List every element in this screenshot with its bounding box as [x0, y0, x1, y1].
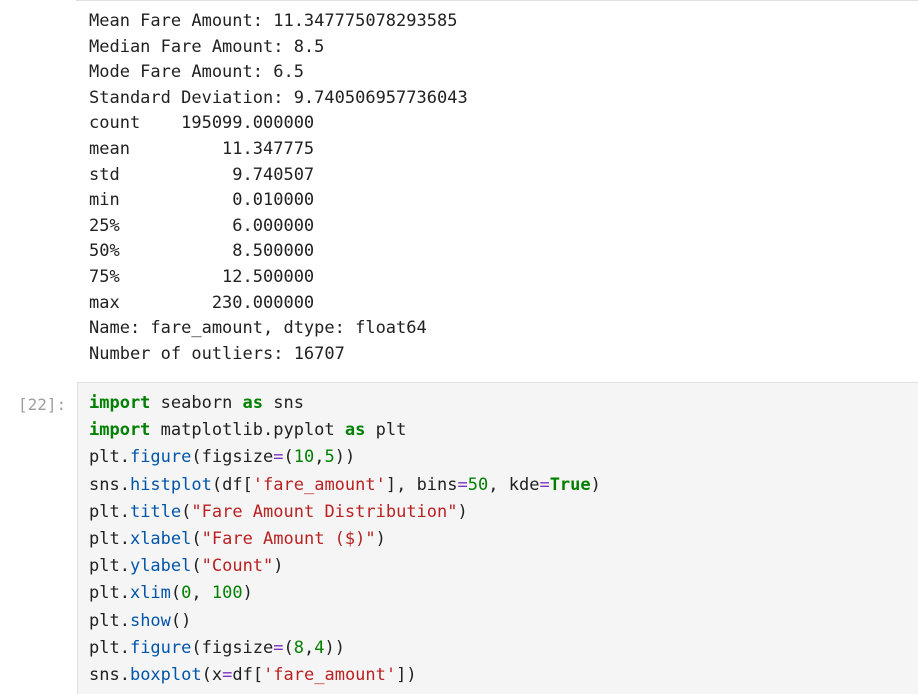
code-token: sns.: [89, 474, 130, 495]
code-token: figure: [129, 447, 192, 468]
code-token: sns.: [89, 664, 130, 685]
code-line: import seaborn as sns: [89, 390, 601, 417]
code-token: 10: [293, 447, 315, 468]
code-token: df[: [232, 664, 264, 685]
cell-divider: [76, 0, 918, 1]
output-line: min 0.010000: [89, 190, 315, 211]
output-line: Name: fare_amount, dtype: float64: [89, 318, 427, 339]
code-token: plt.: [89, 637, 130, 658]
code-token: =: [273, 637, 284, 658]
code-token: figure: [129, 637, 192, 658]
code-token: (: [283, 447, 294, 468]
code-token: (: [283, 637, 294, 658]
code-token: 8: [293, 637, 305, 658]
output-line: max 230.000000: [89, 292, 315, 313]
code-token: boxplot: [129, 664, 202, 685]
code-line: plt.xlabel("Fare Amount ($)"): [89, 526, 601, 553]
code-line: plt.figure(figsize=(8,4)): [89, 635, 601, 662]
output-line: 75% 12.500000: [89, 266, 315, 287]
code-line: plt.ylabel("Count"): [89, 553, 601, 580]
code-token: 5: [324, 447, 335, 468]
code-token: )): [324, 637, 345, 658]
output-line: std 9.740507: [89, 164, 315, 185]
code-token: (: [181, 501, 192, 522]
code-token: (x: [201, 664, 223, 685]
code-token: 4: [314, 637, 325, 658]
code-token: (figsize: [191, 447, 274, 468]
code-token: (): [170, 610, 192, 631]
code-token: )): [334, 447, 356, 468]
code-line: plt.title("Fare Amount Distribution"): [89, 499, 601, 526]
code-token: plt.: [89, 556, 130, 577]
code-token: xlim: [129, 583, 171, 604]
code-token: ): [375, 528, 386, 549]
code-token: 'fare_amount': [263, 664, 397, 685]
code-token: seaborn: [150, 393, 243, 413]
code-token: ): [457, 501, 468, 522]
code-line: plt.figure(figsize=(10,5)): [89, 444, 601, 471]
code-line: plt.show(): [89, 608, 601, 635]
code-token: (: [191, 556, 202, 577]
code-token: "Fare Amount Distribution": [191, 501, 458, 522]
code-token: title: [129, 501, 182, 522]
code-token: matplotlib.pyplot: [150, 420, 345, 441]
code-token: ]): [396, 664, 417, 685]
code-token: "Fare Amount ($)": [201, 528, 376, 549]
code-token: 50: [467, 474, 489, 495]
code-token: ,: [191, 583, 212, 604]
code-token: (df[: [211, 474, 253, 495]
code-token: show: [129, 610, 171, 631]
code-token: (figsize: [191, 637, 274, 658]
code-token: "Count": [201, 556, 274, 577]
code-token: ylabel: [129, 556, 192, 577]
code-token: plt.: [89, 610, 130, 631]
output-line: Number of outliers: 16707: [89, 343, 345, 364]
code-token: histplot: [129, 474, 212, 495]
output-line: Mean Fare Amount: 11.347775078293585: [89, 11, 458, 31]
code-token: True: [549, 474, 591, 495]
code-token: plt.: [89, 583, 130, 604]
code-token: as: [344, 420, 366, 441]
code-token: plt.: [89, 501, 130, 522]
code-token: ): [590, 474, 601, 495]
cell-output: Mean Fare Amount: 11.347775078293585 Medi…: [89, 9, 468, 367]
code-token: sns: [263, 393, 304, 413]
code-token: import: [89, 420, 151, 441]
code-editor-content[interactable]: import seaborn as sns import matplotlib.p…: [89, 390, 601, 689]
code-token: ): [242, 583, 253, 604]
code-token: plt: [365, 420, 407, 441]
code-token: =: [273, 447, 284, 468]
code-token: import: [89, 393, 151, 413]
code-token: as: [242, 393, 264, 413]
output-line: 25% 6.000000: [89, 215, 315, 236]
code-token: (: [170, 583, 182, 604]
code-line: sns.boxplot(x=df['fare_amount']): [89, 662, 601, 689]
output-line: 50% 8.500000: [89, 241, 315, 262]
code-token: (: [191, 528, 202, 549]
code-token: 0: [181, 583, 192, 604]
code-token: xlabel: [129, 528, 192, 549]
code-token: , kde: [488, 474, 540, 495]
output-line: Mode Fare Amount: 6.5: [89, 62, 304, 83]
code-token: 'fare_amount': [252, 474, 386, 495]
code-token: plt.: [89, 447, 130, 468]
execution-count-prompt: [22]:: [18, 395, 67, 414]
code-token: plt.: [89, 528, 130, 549]
code-line: plt.xlim(0, 100): [89, 580, 601, 607]
code-token: ,: [314, 447, 325, 468]
code-token: 100: [211, 583, 243, 604]
output-line: Standard Deviation: 9.740506957736043: [89, 87, 468, 108]
code-token: =: [539, 474, 550, 495]
code-line: sns.histplot(df['fare_amount'], bins=50,…: [89, 472, 601, 499]
code-line: import matplotlib.pyplot as plt: [89, 417, 601, 444]
code-token: =: [222, 664, 233, 685]
code-token: =: [457, 474, 468, 495]
output-line: mean 11.347775: [89, 138, 315, 159]
code-token: ,: [304, 637, 315, 658]
output-line: count 195099.000000: [89, 113, 315, 134]
code-token: ], bins: [385, 474, 458, 495]
code-token: ): [273, 556, 284, 577]
output-line: Median Fare Amount: 8.5: [89, 36, 325, 57]
